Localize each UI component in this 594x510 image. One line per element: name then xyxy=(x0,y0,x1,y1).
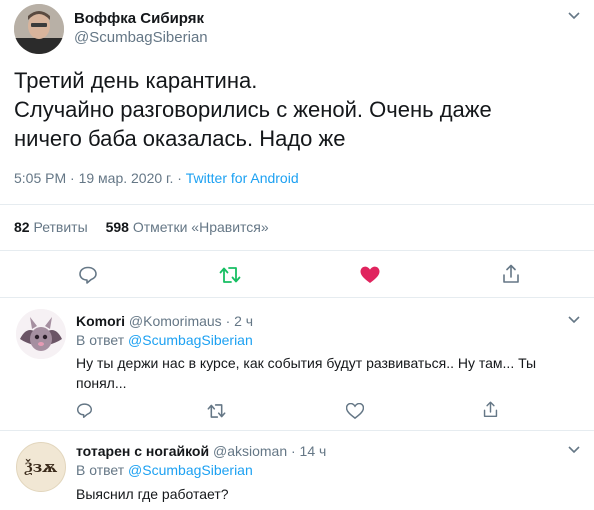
reply-text-line: понял... xyxy=(76,375,127,391)
share-icon[interactable] xyxy=(482,401,499,418)
author-avatar[interactable] xyxy=(14,4,64,54)
author-name[interactable]: Воффка Сибиряк xyxy=(74,10,204,27)
divider xyxy=(0,430,594,431)
chevron-down-icon[interactable] xyxy=(568,316,580,324)
reply-author-handle[interactable]: @Komorimaus · 2 ч xyxy=(129,313,253,329)
likes-stat[interactable]: 598 Отметки «Нравится» xyxy=(106,219,269,235)
reply-text: Выяснил где работает? xyxy=(76,484,229,504)
tweet-source[interactable]: Twitter for Android xyxy=(186,170,299,186)
retweet-icon[interactable] xyxy=(207,403,226,419)
divider xyxy=(0,204,594,205)
reply-header: Komori @Komorimaus · 2 ч xyxy=(76,313,253,329)
retweets-stat[interactable]: 82 Ретвиты xyxy=(14,219,92,235)
avatar-image xyxy=(14,4,64,54)
divider xyxy=(0,297,594,298)
likes-label: Отметки «Нравится» xyxy=(132,219,269,235)
reply-to-handle[interactable]: @ScumbagSiberian xyxy=(128,462,253,478)
share-icon[interactable] xyxy=(501,264,521,284)
reply-to-handle[interactable]: @ScumbagSiberian xyxy=(128,332,253,348)
retweets-label: Ретвиты xyxy=(33,219,88,235)
tweet-text-line: Случайно разговорились с женой. Очень да… xyxy=(14,97,492,122)
retweet-icon[interactable] xyxy=(219,266,241,284)
reply-text-line: Выяснил где работает? xyxy=(76,486,229,502)
avatar-lettering: Ѯзѫ xyxy=(24,458,58,476)
reply-icon[interactable] xyxy=(76,402,93,419)
reply-author-name[interactable]: тотарен с ногайкой xyxy=(76,443,209,459)
tweet-stats: 82 Ретвиты 598 Отметки «Нравится» xyxy=(14,219,269,235)
likes-count: 598 xyxy=(105,219,129,235)
author-handle[interactable]: @ScumbagSiberian xyxy=(74,29,208,46)
reply-text-line: Ну ты держи нас в курсе, как события буд… xyxy=(76,355,537,371)
heart-icon[interactable] xyxy=(346,403,364,419)
divider xyxy=(0,250,594,251)
retweets-count: 82 xyxy=(14,219,30,235)
reply-to-line: В ответ @ScumbagSiberian xyxy=(76,332,253,348)
reply-avatar[interactable] xyxy=(16,309,66,359)
reply-to-prefix: В ответ xyxy=(76,332,129,348)
chevron-down-icon[interactable] xyxy=(568,12,580,20)
reply-icon[interactable] xyxy=(78,265,98,285)
reply-to-prefix: В ответ xyxy=(76,462,129,478)
heart-icon[interactable] xyxy=(360,266,380,284)
tweet-timestamp[interactable]: 5:05 PM · 19 мар. 2020 г. · xyxy=(14,170,186,186)
tweet-meta: 5:05 PM · 19 мар. 2020 г. · Twitter for … xyxy=(14,170,299,186)
reply-to-line: В ответ @ScumbagSiberian xyxy=(76,462,253,478)
reply-author-name[interactable]: Komori xyxy=(76,313,125,329)
tweet-text-line: ничего баба оказалась. Надо же xyxy=(14,126,346,151)
tweet-text-line: Третий день карантина. xyxy=(14,68,258,93)
reply-author-handle[interactable]: @aksioman · 14 ч xyxy=(213,443,326,459)
chevron-down-icon[interactable] xyxy=(568,446,580,454)
reply-header: тотарен с ногайкой @aksioman · 14 ч xyxy=(76,443,326,459)
reply-text: Ну ты держи нас в курсе, как события буд… xyxy=(76,353,536,393)
reply-avatar[interactable]: Ѯзѫ xyxy=(16,442,66,492)
tweet-text: Третий день карантина. Случайно разговор… xyxy=(14,66,492,153)
bat-avatar-image xyxy=(16,309,66,359)
